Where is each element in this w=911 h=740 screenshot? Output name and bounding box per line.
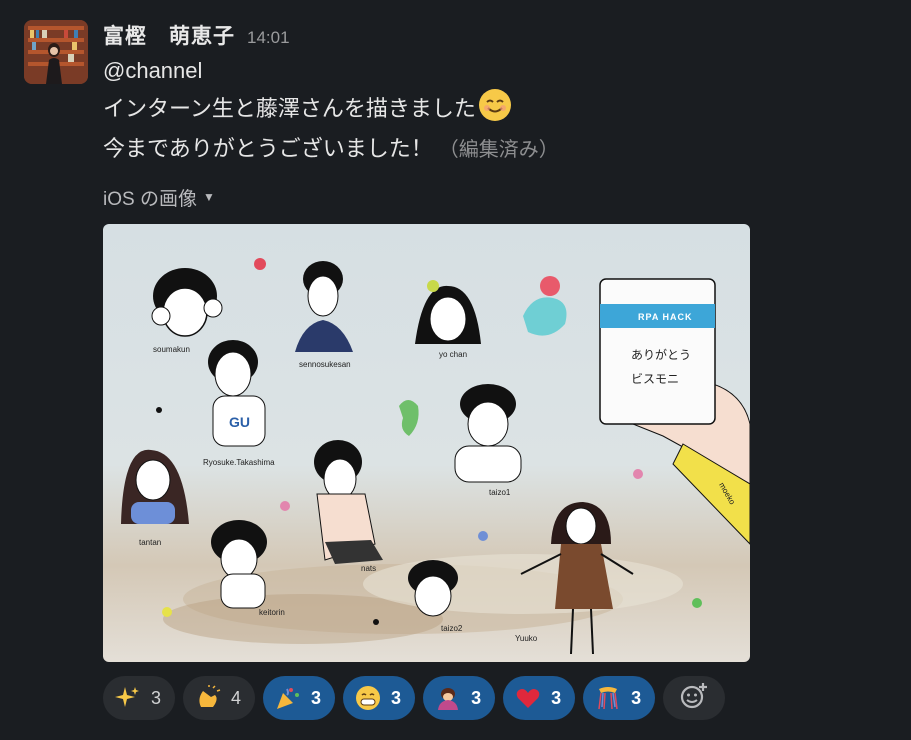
channel-mention[interactable]: @channel [103, 58, 202, 83]
edited-label: （編集済み） [438, 139, 559, 161]
label-ryosuke-takashima: Ryosuke.Takashima [203, 458, 275, 467]
shirt-text: GU [229, 414, 250, 430]
add-reaction-icon [679, 681, 709, 716]
reaction-count: 3 [471, 687, 482, 708]
message-text-1: インターン生と藤澤さんを描きました [103, 95, 476, 121]
illustration [121, 258, 750, 655]
sparkles-icon [115, 685, 141, 711]
avatar-image [24, 20, 88, 84]
card-line-1: ありがとう [631, 348, 692, 362]
label-taizo2: taizo2 [441, 624, 463, 633]
card-brand: RPA HACK [638, 312, 693, 322]
message: 富樫 萌恵子 14:01 @channel インターン生と藤澤さんを描きました … [103, 20, 893, 662]
label-nats: nats [361, 564, 377, 573]
party-popper-icon [275, 685, 301, 711]
message-text-2: 今までありがとうございました！ [103, 136, 433, 161]
reaction-grin[interactable]: 3 [343, 676, 416, 720]
avatar[interactable] [24, 20, 88, 84]
reaction-count: 3 [311, 687, 322, 708]
author-name[interactable]: 富樫 萌恵子 [103, 20, 235, 50]
clap-icon [195, 685, 221, 711]
smiling-face-icon [478, 88, 512, 132]
attachment-label: iOS の画像 [103, 188, 197, 210]
message-header: 富樫 萌恵子 14:01 [103, 20, 893, 54]
timestamp[interactable]: 14:01 [247, 28, 290, 48]
grin-icon [355, 685, 381, 711]
label-yo-chan: yo chan [439, 350, 468, 359]
attachment-toggle[interactable]: iOS の画像 ▼ [103, 183, 893, 211]
reaction-bowing-person[interactable]: 3 [423, 676, 496, 720]
mention-line: @channel [103, 54, 893, 88]
reaction-count: 3 [551, 687, 562, 708]
reaction-count: 4 [231, 687, 242, 708]
card-line-2: ビスモニ [631, 372, 680, 386]
confetti-ball-icon [595, 685, 621, 711]
reaction-heart[interactable]: 3 [503, 676, 576, 720]
reaction-count: 3 [151, 687, 162, 708]
label-yuuko: Yuuko [515, 634, 538, 643]
message-line-1: インターン生と藤澤さんを描きました [103, 88, 893, 132]
reactions-bar: 3 4 3 3 3 3 3 [103, 676, 726, 720]
bowing-person-icon [435, 685, 461, 711]
reaction-clap[interactable]: 4 [183, 676, 256, 720]
label-taizo1: taizo1 [489, 488, 511, 497]
caret-down-icon: ▼ [202, 190, 215, 204]
attached-image[interactable]: RPA HACK ありがとう ビスモニ moeko GU soumakun se… [103, 224, 750, 662]
label-sennosukesan: sennosukesan [299, 360, 351, 369]
heart-icon [515, 685, 541, 711]
label-soumakun: soumakun [153, 345, 190, 354]
reaction-party-popper[interactable]: 3 [263, 676, 336, 720]
label-tantan: tantan [139, 538, 162, 547]
label-keitorin: keitorin [259, 608, 285, 617]
reaction-sparkles[interactable]: 3 [103, 676, 176, 720]
add-reaction-button[interactable] [663, 676, 726, 720]
reaction-confetti-ball[interactable]: 3 [583, 676, 656, 720]
message-line-2: 今までありがとうございました！ （編集済み） [103, 132, 893, 167]
reaction-count: 3 [631, 687, 642, 708]
reaction-count: 3 [391, 687, 402, 708]
